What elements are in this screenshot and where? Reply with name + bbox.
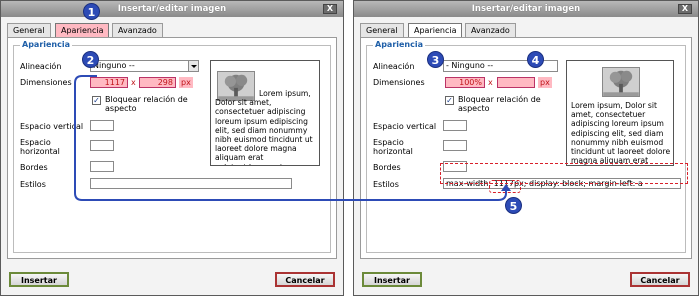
border-label: Bordes: [20, 163, 48, 172]
tab-panel: Apariencia Alineación - Ninguno -- Dimen…: [360, 37, 692, 259]
cancel-button[interactable]: Cancelar: [630, 272, 690, 287]
tab-advanced[interactable]: Avanzado: [112, 23, 163, 38]
dimension-separator: x: [488, 78, 493, 87]
styles-label: Estilos: [20, 180, 46, 189]
hspace-input[interactable]: [90, 140, 114, 151]
fieldset-legend: Apariencia: [20, 40, 73, 50]
border-input[interactable]: [90, 161, 114, 172]
dialog-title: Insertar/editar imagen: [1, 1, 343, 17]
tab-appearance[interactable]: Apariencia: [55, 23, 110, 38]
dimensions-label: Dimensiones: [373, 78, 425, 87]
alignment-select-value: - Ninguno --: [446, 61, 494, 70]
alignment-select-value: Ninguno --: [93, 61, 135, 70]
fieldset-legend: Apariencia: [373, 40, 426, 50]
appearance-fieldset: Apariencia Alineación - Ninguno -- Dimen…: [366, 40, 686, 253]
insert-button[interactable]: Insertar: [362, 272, 422, 287]
vspace-input[interactable]: [443, 120, 467, 131]
hspace-input[interactable]: [443, 140, 467, 151]
tab-general[interactable]: General: [360, 23, 404, 38]
keep-ratio-label: Bloquear relación de aspecto: [458, 95, 541, 113]
tab-advanced[interactable]: Avanzado: [465, 23, 516, 38]
hspace-label: Espacio horizontal: [373, 138, 413, 156]
height-input[interactable]: 298: [139, 77, 176, 88]
dialog-title: Insertar/editar imagen: [354, 1, 698, 17]
tree-image-icon: [602, 67, 640, 97]
value-highlight-box: [489, 180, 521, 193]
dimensions-label: Dimensiones: [20, 78, 72, 87]
tab-panel: Apariencia Alineación Ninguno -- Dimensi…: [7, 37, 337, 259]
image-dialog-right: Insertar/editar imagen X General Aparien…: [353, 0, 699, 296]
image-preview: Lorem ipsum, Dolor sit amet, consectetue…: [210, 60, 320, 166]
vspace-input[interactable]: [90, 120, 114, 131]
close-icon[interactable]: X: [678, 4, 692, 14]
styles-input[interactable]: [90, 178, 292, 189]
appearance-fieldset: Apariencia Alineación Ninguno -- Dimensi…: [13, 40, 331, 253]
height-input[interactable]: [497, 77, 535, 88]
checkbox-checked-icon[interactable]: ✓: [445, 96, 454, 105]
tab-general[interactable]: General: [7, 23, 51, 38]
preview-text: Lorem ipsum, Dolor sit amet, consectetue…: [215, 89, 313, 165]
alignment-label: Alineación: [373, 62, 415, 71]
cancel-button[interactable]: Cancelar: [275, 272, 335, 287]
dimension-unit: px: [538, 77, 552, 88]
keep-ratio-label: Bloquear relación de aspecto: [105, 95, 188, 113]
checkbox-checked-icon[interactable]: ✓: [92, 96, 101, 105]
callout-2: 2: [82, 51, 99, 68]
preview-text: Lorem ipsum, Dolor sit amet, consectetue…: [571, 101, 671, 166]
border-label: Bordes: [373, 163, 401, 172]
dimension-separator: x: [131, 78, 136, 87]
hspace-label: Espacio horizontal: [20, 138, 60, 156]
vspace-label: Espacio vertical: [20, 122, 84, 131]
vspace-label: Espacio vertical: [373, 122, 437, 131]
callout-4: 4: [527, 51, 544, 68]
chevron-down-icon[interactable]: [188, 61, 198, 71]
image-dialog-left: Insertar/editar imagen X General Aparien…: [0, 0, 344, 296]
insert-button[interactable]: Insertar: [9, 272, 69, 287]
styles-label: Estilos: [373, 180, 399, 189]
width-input[interactable]: 100%: [445, 77, 485, 88]
alignment-select[interactable]: Ninguno --: [90, 60, 199, 72]
alignment-label: Alineación: [20, 62, 62, 71]
dimension-unit: px: [179, 77, 193, 88]
callout-3: 3: [427, 51, 444, 68]
image-preview: Lorem ipsum, Dolor sit amet, consectetue…: [566, 60, 674, 166]
styles-highlight-box: [440, 163, 688, 184]
close-icon[interactable]: X: [323, 4, 337, 14]
callout-5: 5: [505, 197, 522, 214]
callout-1: 1: [83, 3, 100, 20]
tab-appearance[interactable]: Apariencia: [408, 23, 463, 38]
width-input[interactable]: 1117: [90, 77, 128, 88]
